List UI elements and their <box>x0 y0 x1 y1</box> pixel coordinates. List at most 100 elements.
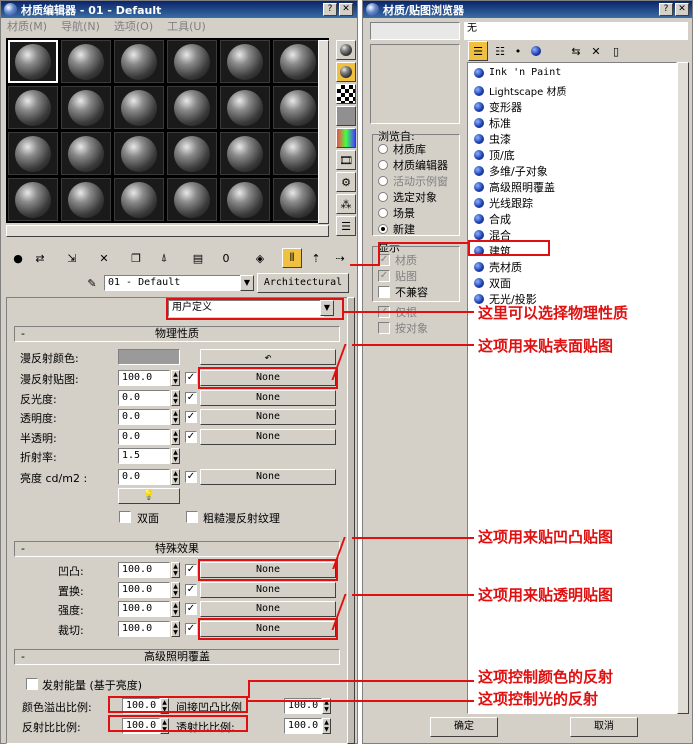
transmittance-value[interactable]: 100.0 <box>284 718 322 734</box>
material-name-field[interactable]: 01 - Default <box>104 275 242 291</box>
sample-slot[interactable] <box>61 40 111 83</box>
sample-slot[interactable] <box>220 178 270 221</box>
sample-slot[interactable] <box>273 40 323 83</box>
raw-diffuse-checkbox[interactable] <box>186 511 198 523</box>
spinner-icon[interactable]: ▲ ▼ <box>171 621 180 637</box>
options-icon[interactable]: ⚙ <box>336 172 356 192</box>
material-id-icon[interactable]: 0 <box>216 248 236 268</box>
diffuse-color-arrow-button[interactable]: ↶ <box>200 349 336 365</box>
view-small-icons-icon[interactable]: • <box>508 41 528 61</box>
intensity-value[interactable]: 100.0 <box>118 601 170 617</box>
ior-value[interactable]: 1.5 <box>118 448 170 464</box>
background-checker-icon[interactable] <box>336 84 356 104</box>
clear-library-icon[interactable]: ▯ <box>606 41 626 61</box>
view-large-icons-icon[interactable] <box>526 41 546 61</box>
list-item[interactable]: 标准 <box>474 115 511 131</box>
sample-slot[interactable] <box>273 86 323 129</box>
displacement-value[interactable]: 100.0 <box>118 582 170 598</box>
spinner-icon[interactable]: ▲ ▼ <box>171 469 180 485</box>
browser-search-field[interactable] <box>370 22 460 40</box>
sample-type-icon[interactable] <box>336 40 356 60</box>
radio-mtl-editor[interactable] <box>378 160 388 170</box>
assign-to-selection-icon[interactable]: ⇲ <box>62 248 82 268</box>
list-item[interactable]: 壳材质 <box>474 259 522 275</box>
radio-new[interactable] <box>378 224 388 234</box>
radio-scene[interactable] <box>378 208 388 218</box>
sample-slot[interactable] <box>220 132 270 175</box>
help-icon[interactable]: ? <box>323 3 337 16</box>
close-icon[interactable]: ✕ <box>339 3 353 16</box>
menu-navigation[interactable]: 导航(N) <box>61 18 100 34</box>
sample-slot[interactable] <box>61 178 111 221</box>
show-end-result-icon[interactable]: ⫴ <box>282 248 302 268</box>
translucency-map-button[interactable]: None <box>200 429 336 445</box>
sample-slot[interactable] <box>8 178 58 221</box>
backlight-icon[interactable] <box>336 62 356 82</box>
sample-slot[interactable] <box>114 86 164 129</box>
ok-button[interactable]: 确定 <box>430 717 498 737</box>
spinner-icon[interactable]: ▲ ▼ <box>322 718 331 734</box>
grid-hscrollbar[interactable] <box>6 225 329 237</box>
set-luminance-from-light-button[interactable]: 💡 <box>118 488 180 504</box>
view-list-icon[interactable]: ☰ <box>468 41 488 61</box>
material-type-button[interactable]: Architectural <box>257 273 349 293</box>
list-item[interactable]: 变形器 <box>474 99 522 115</box>
put-to-scene-icon[interactable]: ⇄ <box>30 248 50 268</box>
diffuse-color-swatch[interactable] <box>118 349 180 365</box>
sample-slot[interactable] <box>114 132 164 175</box>
put-to-library-icon[interactable]: ▤ <box>188 248 208 268</box>
close-icon[interactable]: ✕ <box>675 3 689 16</box>
radio-selected[interactable] <box>378 192 388 202</box>
list-item[interactable]: 多维/子对象 <box>474 163 548 179</box>
select-by-material-icon[interactable]: ⁂ <box>336 194 356 214</box>
spinner-icon[interactable]: ▲ ▼ <box>171 370 180 386</box>
uv-tiling-icon[interactable] <box>336 106 356 126</box>
list-item[interactable]: 顶/底 <box>474 147 515 163</box>
material-name-dropdown-icon[interactable]: ▼ <box>240 275 254 291</box>
delete-icon[interactable]: ✕ <box>586 41 606 61</box>
sample-slot[interactable] <box>61 132 111 175</box>
spinner-icon[interactable]: ▲ ▼ <box>171 429 180 445</box>
spinner-icon[interactable]: ▲ ▼ <box>171 582 180 598</box>
material-navigator-icon[interactable]: ☰ <box>336 216 356 236</box>
physical-rollout-header[interactable]: - 物理性质 <box>14 326 340 342</box>
sample-slot[interactable] <box>167 178 217 221</box>
radio-active-slot[interactable] <box>378 176 388 186</box>
go-forward-sibling-icon[interactable]: ⇢ <box>330 248 350 268</box>
list-item[interactable]: 合成 <box>474 211 511 227</box>
bump-checkbox[interactable]: ✓ <box>185 564 197 576</box>
make-copy-icon[interactable]: ❐ <box>126 248 146 268</box>
intensity-checkbox[interactable]: ✓ <box>185 603 197 615</box>
translucency-checkbox[interactable]: ✓ <box>185 431 197 443</box>
sample-slot[interactable] <box>220 86 270 129</box>
list-item[interactable]: 光线跟踪 <box>474 195 533 211</box>
list-item[interactable]: 虫漆 <box>474 131 511 147</box>
sample-slot[interactable] <box>273 178 323 221</box>
special-effects-rollout-header[interactable]: - 特殊效果 <box>14 541 340 557</box>
cutout-value[interactable]: 100.0 <box>118 621 170 637</box>
list-item[interactable]: Lightscape 材质 <box>474 83 566 98</box>
make-unique-icon[interactable]: ⍋ <box>154 248 174 268</box>
luminance-map-button[interactable]: None <box>200 469 336 485</box>
spinner-icon[interactable]: ▲ ▼ <box>171 562 180 578</box>
browser-name-field[interactable]: 无 <box>464 22 688 40</box>
list-item[interactable]: Ink 'n Paint <box>474 67 561 78</box>
sample-slot[interactable] <box>8 86 58 129</box>
luminance-value[interactable]: 0.0 <box>118 469 170 485</box>
make-preview-icon[interactable]: 🎞 <box>336 150 356 170</box>
help-icon[interactable]: ? <box>659 3 673 16</box>
grid-vscrollbar[interactable] <box>318 40 329 224</box>
list-item[interactable]: 高级照明覆盖 <box>474 179 555 195</box>
view-list-icons-icon[interactable]: ☷ <box>490 41 510 61</box>
list-item[interactable]: 双面 <box>474 275 511 291</box>
transparency-checkbox[interactable]: ✓ <box>185 411 197 423</box>
sample-slot[interactable] <box>167 86 217 129</box>
shininess-map-button[interactable]: None <box>200 390 336 406</box>
eyedropper-icon[interactable]: ✎ <box>82 273 102 293</box>
material-list-scrollbar[interactable] <box>677 62 689 714</box>
shininess-checkbox[interactable]: ✓ <box>185 392 197 404</box>
displacement-map-button[interactable]: None <box>200 582 336 598</box>
sample-slot[interactable] <box>167 40 217 83</box>
diffuse-map-checkbox[interactable]: ✓ <box>185 372 197 384</box>
bump-value[interactable]: 100.0 <box>118 562 170 578</box>
